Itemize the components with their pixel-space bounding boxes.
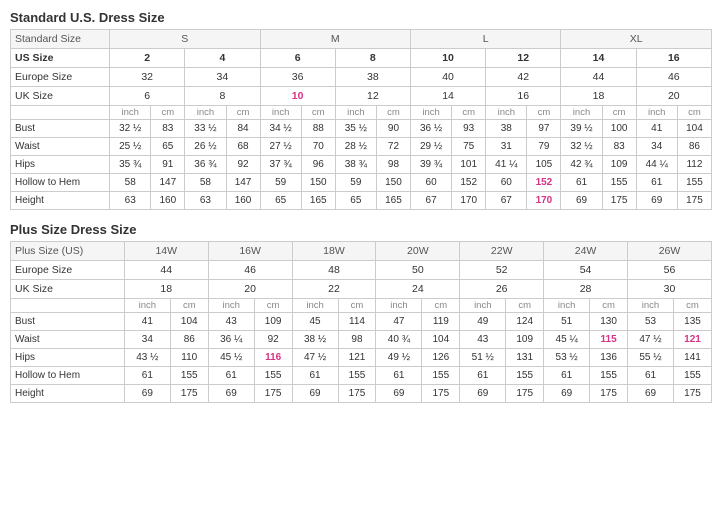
plus-col-labels: inchcm inchcm inchcm inchcm inchcm inchc… [11, 299, 712, 313]
plus-europe-row: Europe Size 44 46 48 50 52 54 56 [11, 261, 712, 280]
standard-bust-row: Bust 32 ½83 33 ½84 34 ½88 35 ½90 36 ½93 … [11, 120, 712, 138]
plus-bust-row: Bust 41104 43109 45114 47119 49124 51130… [11, 313, 712, 331]
standard-size-group-row: Standard Size S M L XL [11, 30, 712, 49]
standard-hips-row: Hips 35 ¾91 36 ¾92 37 ¾96 38 ¾98 39 ¾101… [11, 156, 712, 174]
europe-size-row: Europe Size 32 34 36 38 40 42 44 46 [11, 68, 712, 87]
standard-hollow-row: Hollow to Hem 58147 58147 59150 59150 60… [11, 174, 712, 192]
standard-title: Standard U.S. Dress Size [10, 10, 712, 25]
plus-hips-row: Hips 43 ½110 45 ½116 47 ½121 49 ½126 51 … [11, 349, 712, 367]
uk-size-row: UK Size 6 8 10 12 14 16 18 20 [11, 87, 712, 106]
standard-table: Standard Size S M L XL US Size 2 4 6 8 1… [10, 29, 712, 210]
plus-waist-row: Waist 3486 36 ¼92 38 ½98 40 ¾104 43109 4… [11, 331, 712, 349]
standard-waist-row: Waist 25 ½65 26 ½68 27 ½70 28 ½72 29 ½75… [11, 138, 712, 156]
standard-height-row: Height 63160 63160 65165 65165 67170 671… [11, 192, 712, 210]
us-size-row: US Size 2 4 6 8 10 12 14 16 [11, 49, 712, 68]
plus-title: Plus Size Dress Size [10, 222, 712, 237]
standard-section: Standard U.S. Dress Size Standard Size S… [10, 10, 712, 210]
plus-uk-row: UK Size 18 20 22 24 26 28 30 [11, 280, 712, 299]
plus-height-row: Height 69175 69175 69175 69175 69175 691… [11, 385, 712, 403]
plus-hollow-row: Hollow to Hem 61155 61155 61155 61155 61… [11, 367, 712, 385]
standard-col-labels: inchcm inchcm inchcm inchcm inchcm inchc… [11, 106, 712, 120]
plus-table: Plus Size (US) 14W 16W 18W 20W 22W 24W 2… [10, 241, 712, 403]
plus-size-group-row: Plus Size (US) 14W 16W 18W 20W 22W 24W 2… [11, 242, 712, 261]
plus-section: Plus Size Dress Size Plus Size (US) 14W … [10, 222, 712, 403]
